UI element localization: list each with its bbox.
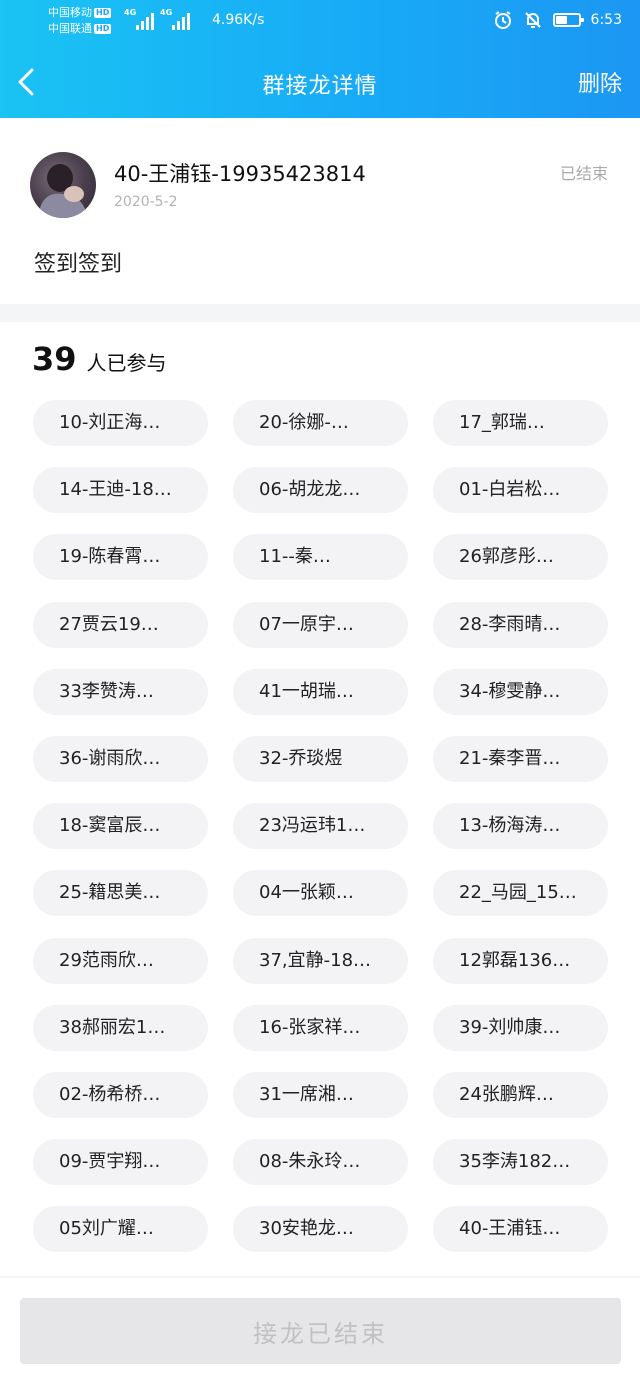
post-card: 40-王浦钰-19935423814 2020-5-2 已结束 签到签到 xyxy=(0,118,640,304)
participant-chip[interactable]: 41一胡瑞… xyxy=(233,668,408,715)
network-type-1: 4G xyxy=(124,8,137,17)
top-header: 中国移动 HD 中国联通 HD 4G 4G 4.96K/s 6:53 群接龙详情… xyxy=(0,0,640,118)
mute-bell-icon xyxy=(524,12,541,28)
post-date: 2020-5-2 xyxy=(114,194,178,210)
signal-icon xyxy=(136,10,154,30)
footer: 接龙已结束 xyxy=(0,1278,640,1386)
participant-chip[interactable]: 35李涛182… xyxy=(433,1139,608,1186)
participant-chip[interactable]: 30安艳龙… xyxy=(233,1206,408,1253)
participant-chip[interactable]: 05刘广耀… xyxy=(33,1206,208,1253)
participant-count: 39 人已参与 xyxy=(32,340,167,378)
participant-chip[interactable]: 23冯运玮1… xyxy=(233,803,408,850)
avatar[interactable] xyxy=(30,152,96,218)
participant-chip[interactable]: 09-贾宇翔… xyxy=(33,1139,208,1186)
network-type-2: 4G xyxy=(160,8,173,17)
participant-chip[interactable]: 20-徐娜-… xyxy=(233,400,408,446)
hd-badge: HD xyxy=(94,24,112,34)
participant-chip[interactable]: 18-窦富辰… xyxy=(33,803,208,850)
participant-chip[interactable]: 17_郭瑞… xyxy=(433,400,608,446)
ended-button[interactable]: 接龙已结束 xyxy=(20,1298,621,1364)
participant-chip[interactable]: 08-朱永玲… xyxy=(233,1139,408,1186)
participant-chip[interactable]: 24张鹏辉… xyxy=(433,1072,608,1118)
participant-chip[interactable]: 26郭彦彤… xyxy=(433,534,608,581)
navigation-bar: 群接龙详情 删除 xyxy=(0,52,640,112)
participant-chip[interactable]: 14-王迪-18… xyxy=(33,467,208,514)
participant-chip[interactable]: 11--秦… xyxy=(233,534,408,581)
participant-count-number: 39 xyxy=(32,340,77,378)
participants-section: 39 人已参与 10-刘正海… 20-徐娜-… 17_郭瑞… 14-王迪-18… 06-… xyxy=(0,322,640,1276)
battery-icon xyxy=(552,13,584,27)
participant-chip[interactable]: 22_马园_15… xyxy=(433,870,608,917)
delete-button[interactable]: 删除 xyxy=(578,66,622,98)
participant-chip[interactable]: 02-杨希桥… xyxy=(33,1072,208,1118)
participant-chip[interactable]: 40-王浦钰… xyxy=(433,1206,608,1253)
status-right: 6:53 xyxy=(493,10,622,30)
participant-chip[interactable]: 04一张颖… xyxy=(233,870,408,917)
page-title: 群接龙详情 xyxy=(262,74,378,99)
status-bar: 中国移动 HD 中国联通 HD 4G 4G 4.96K/s 6:53 xyxy=(0,0,640,44)
clock: 6:53 xyxy=(590,12,622,28)
participant-chip[interactable]: 19-陈春霄… xyxy=(33,534,208,581)
participant-count-label: 人已参与 xyxy=(86,351,167,375)
participant-chip[interactable]: 34-穆雯静… xyxy=(433,668,608,715)
participant-chip[interactable]: 31一席湘… xyxy=(233,1072,408,1118)
carrier-2: 中国联通 xyxy=(48,22,92,35)
post-content: 签到签到 xyxy=(34,252,123,277)
participant-chip[interactable]: 37,宜静-18… xyxy=(233,937,408,984)
post-author: 40-王浦钰-19935423814 xyxy=(114,162,366,186)
participant-chip[interactable]: 33李赞涛… xyxy=(33,668,208,715)
participant-chip[interactable]: 01-白岩松… xyxy=(433,467,608,514)
status-badge: 已结束 xyxy=(559,164,608,183)
hd-badge: HD xyxy=(94,8,112,18)
participant-chip[interactable]: 29范雨欣… xyxy=(33,937,208,984)
participant-chip[interactable]: 28-李雨晴… xyxy=(433,601,608,648)
carrier-1: 中国移动 xyxy=(48,6,92,19)
participant-chip[interactable]: 16-张家祥… xyxy=(233,1004,408,1051)
network-speed: 4.96K/s xyxy=(212,12,265,28)
participant-chip[interactable]: 39-刘帅康… xyxy=(433,1004,608,1051)
participant-chip[interactable]: 27贾云19… xyxy=(33,601,208,648)
participant-chip[interactable]: 10-刘正海… xyxy=(33,400,208,446)
signal-icon xyxy=(172,10,190,30)
participant-chip[interactable]: 13-杨海涛… xyxy=(433,803,608,850)
participant-chip[interactable]: 06-胡龙龙… xyxy=(233,467,408,514)
participant-chip[interactable]: 21-秦李晋… xyxy=(433,736,608,782)
participant-chip[interactable]: 38郝丽宏1… xyxy=(33,1004,208,1051)
participant-chip[interactable]: 36-谢雨欣… xyxy=(33,736,208,782)
alarm-icon xyxy=(494,11,511,29)
participant-chip[interactable]: 07一原宇… xyxy=(233,601,408,648)
participant-chip[interactable]: 25-籍思美… xyxy=(33,870,208,917)
carrier-info: 中国移动 HD 中国联通 HD xyxy=(48,5,112,37)
participant-chip[interactable]: 32-乔琰煜 xyxy=(233,736,408,782)
participant-chip[interactable]: 12郭磊136… xyxy=(433,937,608,984)
